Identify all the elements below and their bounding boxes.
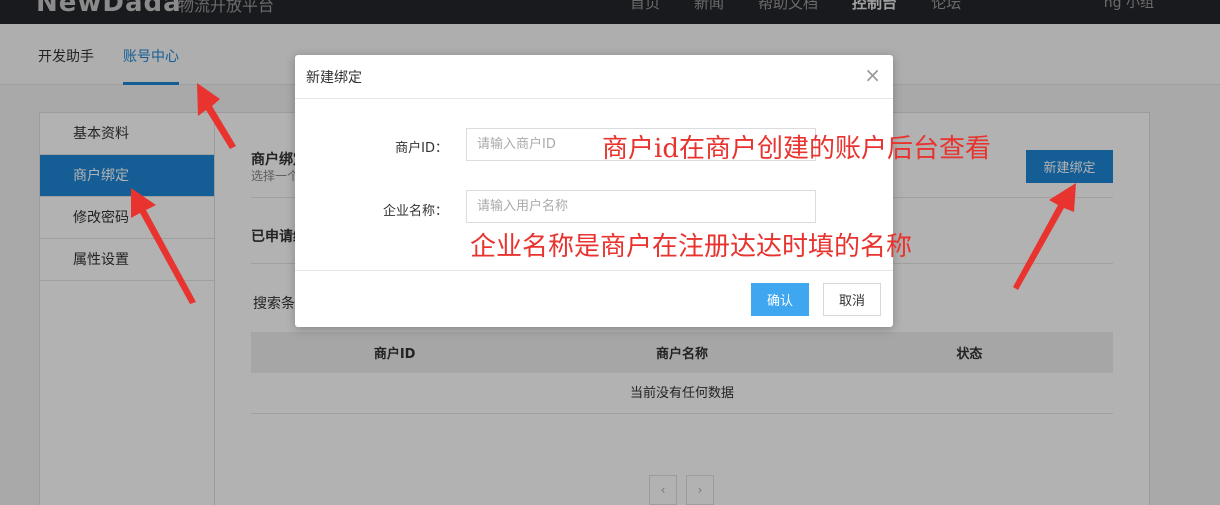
- arrow-to-account-center: [197, 83, 236, 149]
- arrow-to-merchant-binding: [131, 188, 196, 304]
- annotation-arrows: [131, 83, 1076, 304]
- arrow-to-new-binding-button: [1013, 183, 1076, 290]
